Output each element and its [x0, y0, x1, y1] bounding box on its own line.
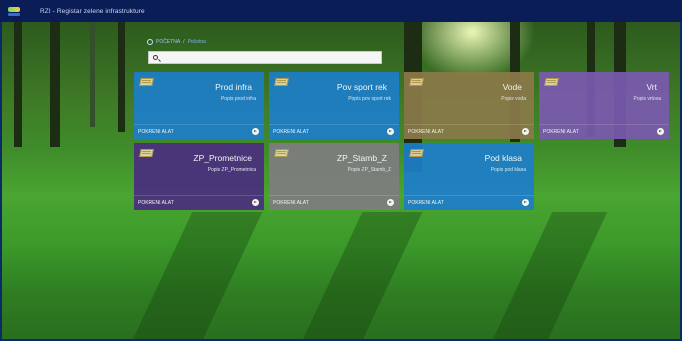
- arrow-right-circle-icon[interactable]: [252, 128, 259, 135]
- book-icon: [140, 77, 153, 86]
- tree-trunk: [50, 22, 60, 147]
- tile-subtitle: Popis pod klasa: [490, 167, 526, 173]
- tile-footer[interactable]: POKRENI ALAT: [269, 124, 399, 139]
- launch-tool-link[interactable]: POKRENI ALAT: [138, 129, 174, 135]
- tool-tile[interactable]: Pod klasa Popis pod klasa POKRENI ALAT: [404, 143, 534, 210]
- tool-tile[interactable]: Pov sport rek Popis pov sport rek POKRENI …: [269, 72, 399, 139]
- search-input[interactable]: [163, 53, 378, 62]
- launch-tool-link[interactable]: POKRENI ALAT: [408, 200, 444, 206]
- arrow-right-circle-icon[interactable]: [387, 128, 394, 135]
- tile-subtitle: Popis prod infra: [220, 96, 256, 102]
- tile-title: Vode: [502, 82, 522, 92]
- tree-trunk: [118, 22, 125, 132]
- tile-title: ZP_Prometnice: [193, 153, 252, 163]
- app-title: RZI - Registar zelene infrastrukture: [40, 7, 145, 15]
- top-bar: RZI - Registar zelene infrastrukture: [0, 0, 682, 22]
- tile-title: ZP_Stamb_Z: [336, 153, 387, 163]
- book-icon: [410, 77, 423, 86]
- search-box: [148, 51, 382, 64]
- arrow-right-circle-icon[interactable]: [252, 199, 259, 206]
- tool-tile[interactable]: Vrt Popis vrtova POKRENI ALAT: [539, 72, 669, 139]
- tile-subtitle: Popis pov sport rek: [348, 96, 391, 102]
- tile-footer[interactable]: POKRENI ALAT: [269, 195, 399, 210]
- launch-tool-link[interactable]: POKRENI ALAT: [273, 129, 309, 135]
- tile-footer[interactable]: POKRENI ALAT: [404, 124, 534, 139]
- book-icon: [275, 77, 288, 86]
- breadcrumb-separator: /: [183, 39, 185, 45]
- arrow-right-circle-icon[interactable]: [387, 199, 394, 206]
- tool-tile[interactable]: ZP_Prometnice Popis ZP_Prometnica POKRENI …: [134, 143, 264, 210]
- tile-title: Pov sport rek: [336, 82, 387, 92]
- tile-title: Vrt: [646, 82, 657, 92]
- arrow-right-circle-icon[interactable]: [522, 128, 529, 135]
- launch-tool-link[interactable]: POKRENI ALAT: [408, 129, 444, 135]
- tool-tile[interactable]: ZP_Stamb_Z Popis ZP_Stamb_Z POKRENI ALAT: [269, 143, 399, 210]
- search-icon[interactable]: [153, 55, 158, 60]
- tile-footer[interactable]: POKRENI ALAT: [134, 124, 264, 139]
- tree-shadow: [301, 212, 423, 339]
- breadcrumb-current: Početna: [187, 39, 206, 45]
- breadcrumb-home[interactable]: POČETNA: [156, 39, 180, 45]
- book-icon: [545, 77, 558, 86]
- tool-tile[interactable]: Vode Popis voda POKRENI ALAT: [404, 72, 534, 139]
- tile-title: Pod klasa: [484, 153, 522, 163]
- book-icon: [140, 148, 153, 157]
- app-logo-icon[interactable]: [8, 6, 20, 16]
- tile-title: Prod infra: [215, 82, 252, 92]
- tile-footer[interactable]: POKRENI ALAT: [134, 195, 264, 210]
- tile-footer[interactable]: POKRENI ALAT: [539, 124, 669, 139]
- book-icon: [410, 148, 423, 157]
- tree-shadow: [131, 212, 263, 339]
- tile-subtitle: Popis ZP_Stamb_Z: [347, 167, 391, 173]
- book-icon: [275, 148, 288, 157]
- home-icon[interactable]: [147, 39, 153, 45]
- tool-tile[interactable]: Prod infra Popis prod infra POKRENI ALAT: [134, 72, 264, 139]
- launch-tool-link[interactable]: POKRENI ALAT: [543, 129, 579, 135]
- tree-trunk: [14, 22, 22, 147]
- tile-subtitle: Popis ZP_Prometnica: [207, 167, 256, 173]
- tile-subtitle: Popis vrtova: [633, 96, 661, 102]
- launch-tool-link[interactable]: POKRENI ALAT: [273, 200, 309, 206]
- launch-tool-link[interactable]: POKRENI ALAT: [138, 200, 174, 206]
- tree-shadow: [491, 212, 608, 339]
- tree-trunk: [90, 22, 95, 127]
- tile-footer[interactable]: POKRENI ALAT: [404, 195, 534, 210]
- tile-subtitle: Popis voda: [501, 96, 526, 102]
- arrow-right-circle-icon[interactable]: [657, 128, 664, 135]
- arrow-right-circle-icon[interactable]: [522, 199, 529, 206]
- breadcrumb: POČETNA / Početna: [147, 39, 206, 45]
